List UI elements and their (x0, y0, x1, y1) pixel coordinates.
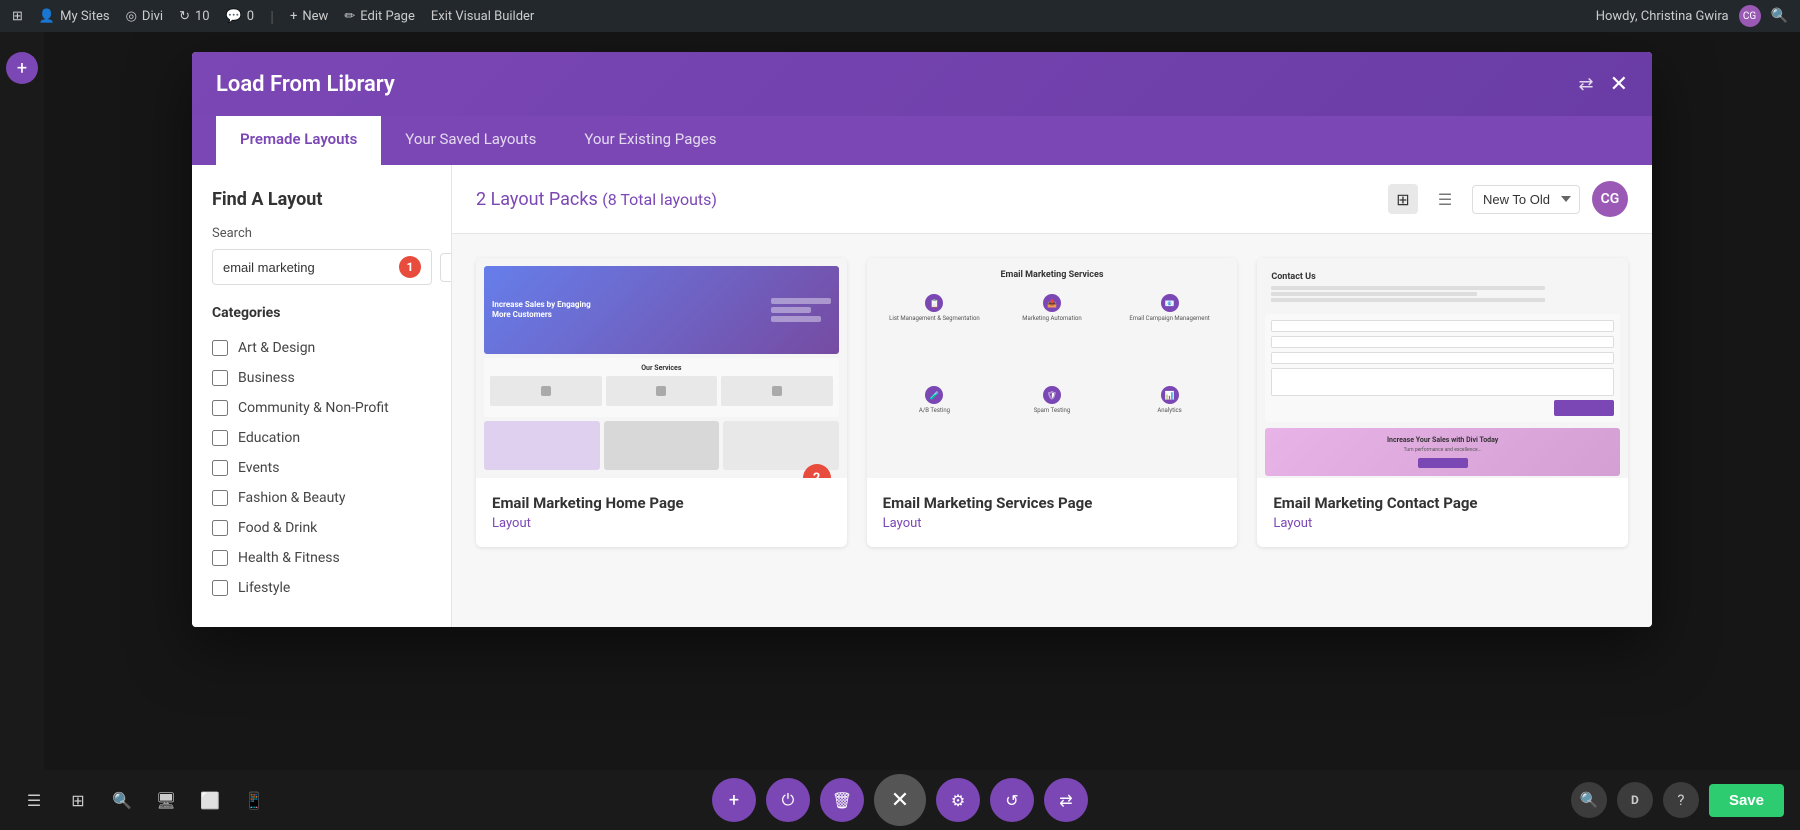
modal-title: Load From Library (216, 72, 395, 97)
modal-overlay: Load From Library ⇄ ✕ Premade Layouts Yo… (44, 32, 1800, 830)
new-menu[interactable]: + New (290, 9, 328, 24)
my-sites-menu[interactable]: 👤 My Sites (39, 9, 110, 24)
layout-card-type-home: Layout (492, 516, 831, 531)
pencil-icon: ✏ (344, 9, 355, 24)
divi-menu[interactable]: ◎ Divi (126, 9, 164, 24)
updates-menu[interactable]: ↻ 10 (179, 9, 210, 24)
list-view-button[interactable]: ☰ (1430, 184, 1460, 214)
search-row: 1 + Filter (212, 249, 431, 285)
search-label: Search (212, 226, 431, 241)
layout-card-info-services: Email Marketing Services Page Layout (867, 478, 1238, 547)
layout-card-info-contact: Email Marketing Contact Page Layout (1257, 478, 1628, 547)
tab-existing-pages[interactable]: Your Existing Pages (560, 116, 740, 165)
layout-preview-home: Increase Sales by Engaging More Customer… (476, 258, 847, 478)
user-avatar: CG (1592, 181, 1628, 217)
grid-view-button[interactable]: ⊞ (1388, 184, 1418, 214)
toolbar-right: ⊞ ☰ New To Old Old To New A to Z Z to A … (1388, 181, 1628, 217)
close-modal-button[interactable]: ✕ (1610, 72, 1628, 97)
wp-admin-bar: ⊞ 👤 My Sites ◎ Divi ↻ 10 💬 0 | + New ✏ E… (0, 0, 1800, 32)
help-icon-bottom[interactable]: ? (1663, 782, 1699, 818)
add-content-button[interactable]: + (712, 778, 756, 822)
layout-card-info-home: Email Marketing Home Page Layout (476, 478, 847, 547)
tablet-view-button[interactable]: ⬜ (192, 782, 228, 818)
layout-count: 2 Layout Packs (8 Total layouts) (476, 189, 717, 210)
layout-preview-services: Email Marketing Services 📋 List Manageme… (867, 258, 1238, 478)
search-icon-bar[interactable]: 🔍 (1771, 8, 1788, 24)
admin-bar-right: Howdy, Christina Gwira CG 🔍 (1596, 5, 1788, 27)
greeting-text: Howdy, Christina Gwira (1596, 9, 1729, 24)
filter-sidebar: Find A Layout Search 1 + Filter Categori… (192, 165, 452, 627)
tab-premade-layouts[interactable]: Premade Layouts (216, 116, 381, 165)
mobile-view-button[interactable]: 📱 (236, 782, 272, 818)
history-button[interactable]: ↺ (990, 778, 1034, 822)
layout-card-title-home: Email Marketing Home Page (492, 494, 831, 512)
main-content: 2 Layout Packs (8 Total layouts) ⊞ ☰ New… (452, 165, 1652, 627)
bottom-left-tools: ☰ ⊞ 🔍 🖥 ⬜ 📱 (16, 782, 272, 818)
layout-card-title-services: Email Marketing Services Page (883, 494, 1222, 512)
layout-preview-contact: Contact Us (1257, 258, 1628, 478)
search-icon-bottom[interactable]: 🔍 (1571, 782, 1607, 818)
desktop-view-button[interactable]: 🖥 (148, 782, 184, 818)
search-badge: 1 (399, 256, 421, 278)
add-module-button[interactable]: + (6, 52, 38, 84)
category-fashion-beauty[interactable]: Fashion & Beauty (212, 483, 431, 513)
plus-icon: + (290, 9, 297, 24)
layout-card-contact[interactable]: Contact Us (1257, 258, 1628, 547)
adjust-icon[interactable]: ⇄ (1578, 74, 1593, 95)
modal-header-actions: ⇄ ✕ (1578, 72, 1628, 97)
categories-label: Categories (212, 305, 431, 321)
search-button[interactable]: 🔍 (104, 782, 140, 818)
category-community[interactable]: Community & Non-Profit (212, 393, 431, 423)
search-input-wrapper: 1 (212, 249, 432, 285)
search-input[interactable] (223, 260, 399, 275)
load-from-library-modal: Load From Library ⇄ ✕ Premade Layouts Yo… (192, 52, 1652, 627)
menu-button[interactable]: ☰ (16, 782, 52, 818)
user-avatar-small: CG (1739, 5, 1761, 27)
bottom-toolbar: ☰ ⊞ 🔍 🖥 ⬜ 📱 + ⏻ 🗑 ✕ ⚙ ↺ ⇄ 🔍 D ? Save (0, 770, 1800, 830)
divi-icon-bottom[interactable]: D (1617, 782, 1653, 818)
page-settings-button[interactable]: ⏻ (766, 778, 810, 822)
category-education[interactable]: Education (212, 423, 431, 453)
category-business[interactable]: Business (212, 363, 431, 393)
layout-card-type-services: Layout (883, 516, 1222, 531)
filter-button[interactable]: + Filter (440, 253, 452, 282)
layouts-grid: Increase Sales by Engaging More Customer… (452, 234, 1652, 627)
divi-logo-icon: ◎ (126, 9, 137, 24)
module-options-button[interactable]: ⚙ (936, 778, 980, 822)
left-sidebar: + (0, 32, 44, 830)
find-layout-heading: Find A Layout (212, 189, 431, 210)
category-events[interactable]: Events (212, 453, 431, 483)
bottom-center-tools: + ⏻ 🗑 ✕ ⚙ ↺ ⇄ (712, 774, 1088, 826)
tab-saved-layouts[interactable]: Your Saved Layouts (381, 116, 560, 165)
modal-header: Load From Library ⇄ ✕ (192, 52, 1652, 116)
delete-button[interactable]: 🗑 (820, 778, 864, 822)
modal-body: Find A Layout Search 1 + Filter Categori… (192, 165, 1652, 627)
category-food-drink[interactable]: Food & Drink (212, 513, 431, 543)
main-toolbar: 2 Layout Packs (8 Total layouts) ⊞ ☰ New… (452, 165, 1652, 234)
close-builder-button[interactable]: ✕ (874, 774, 926, 826)
layout-card-type-contact: Layout (1273, 516, 1612, 531)
category-health-fitness[interactable]: Health & Fitness (212, 543, 431, 573)
layout-card-home[interactable]: Increase Sales by Engaging More Customer… (476, 258, 847, 547)
person-icon: 👤 (39, 9, 55, 24)
category-art-design[interactable]: Art & Design (212, 333, 431, 363)
refresh-icon: ↻ (179, 9, 190, 24)
comments-menu[interactable]: 💬 0 (226, 9, 255, 24)
layout-options-button[interactable]: ⇄ (1044, 778, 1088, 822)
wp-logo-icon[interactable]: ⊞ (12, 9, 23, 24)
sort-select[interactable]: New To Old Old To New A to Z Z to A (1472, 185, 1580, 214)
comment-icon: 💬 (226, 9, 242, 24)
modal-tabs: Premade Layouts Your Saved Layouts Your … (192, 116, 1652, 165)
category-lifestyle[interactable]: Lifestyle (212, 573, 431, 603)
exit-builder-link[interactable]: Exit Visual Builder (431, 9, 534, 24)
layout-card-services[interactable]: Email Marketing Services 📋 List Manageme… (867, 258, 1238, 547)
wireframe-button[interactable]: ⊞ (60, 782, 96, 818)
edit-page-link[interactable]: ✏ Edit Page (344, 9, 415, 24)
save-button[interactable]: Save (1709, 784, 1784, 817)
layout-card-title-contact: Email Marketing Contact Page (1273, 494, 1612, 512)
bottom-right-tools: 🔍 D ? Save (1571, 782, 1784, 818)
